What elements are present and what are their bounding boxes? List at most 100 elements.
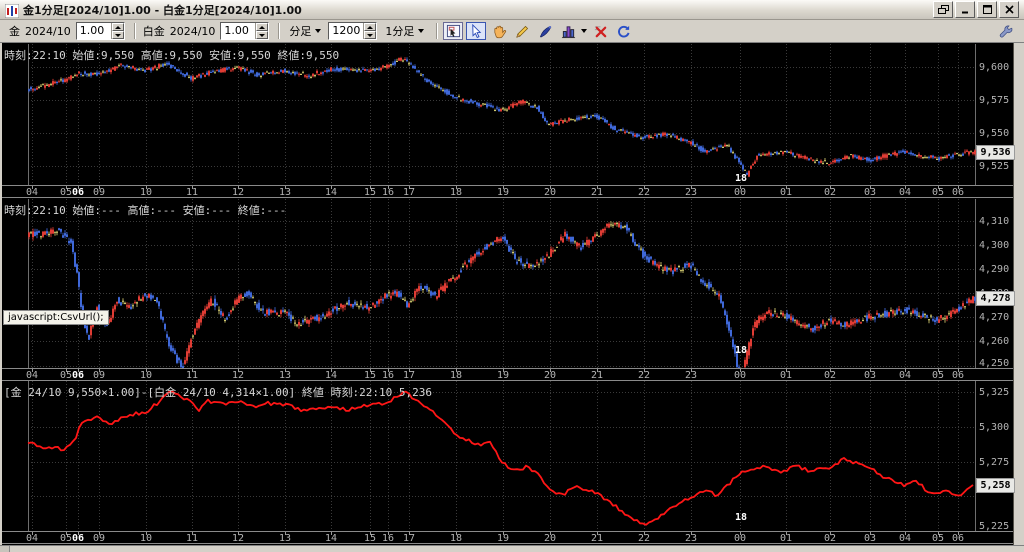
time-label: 17 xyxy=(402,370,416,381)
time-label: 12 xyxy=(231,187,245,198)
bar-count-up-button[interactable] xyxy=(364,23,377,31)
bar-count-down-button[interactable] xyxy=(364,31,377,39)
delete-marks-icon[interactable] xyxy=(590,22,611,40)
time-label: 22 xyxy=(637,370,651,381)
gold-ratio-down-button[interactable] xyxy=(111,31,124,39)
time-label: 16 xyxy=(381,187,395,198)
chart-area: 時刻:22:10 始値:9,550 高値:9,550 安値:9,550 終値:9… xyxy=(2,43,1015,545)
interval-dropdown[interactable]: 1分足 xyxy=(381,21,428,41)
last-price-badge: 9,536 xyxy=(976,144,1015,160)
time-label: 14 xyxy=(324,533,338,544)
bar-count-value[interactable]: 1200 xyxy=(329,23,364,39)
time-label: 04 xyxy=(898,187,912,198)
gold-ratio-spinner[interactable]: 1.00 xyxy=(75,22,125,40)
y-axis-label: 9,525 xyxy=(979,161,1010,173)
time-label: 23 xyxy=(684,187,698,198)
window-bottom-border xyxy=(0,545,1024,552)
time-label: 20 xyxy=(543,187,557,198)
pencil-tool-icon[interactable] xyxy=(512,22,533,40)
last-price-badge: 5,258 xyxy=(976,478,1015,494)
interval-label: 1分足 xyxy=(385,25,415,38)
pen-tool-icon[interactable] xyxy=(535,22,556,40)
chart-panel-3: [金 24/10 9,550×1.00]-[白金 24/10 4,314×1.0… xyxy=(2,381,1015,544)
y-axis-label: 4,270 xyxy=(979,312,1010,324)
hand-tool-icon[interactable] xyxy=(489,22,510,40)
time-label: 22 xyxy=(637,187,651,198)
platinum-label: 白金 xyxy=(142,25,165,38)
time-label: 03 xyxy=(863,187,877,198)
bar-type-label: 分足 xyxy=(289,25,312,38)
platinum-ratio-up-button[interactable] xyxy=(256,23,269,31)
gold-ratio-value[interactable]: 1.00 xyxy=(76,23,111,39)
chevron-down-icon[interactable] xyxy=(581,29,588,33)
time-label: 04 xyxy=(25,533,39,544)
time-label: 20 xyxy=(543,370,557,381)
gold-ohlc-info: 時刻:22:10 始値:9,550 高値:9,550 安値:9,550 終値:9… xyxy=(4,49,340,62)
time-label: 00 xyxy=(733,533,747,544)
window-title: 金1分足[2024/10]1.00 - 白金1分足[2024/10]1.00 xyxy=(23,3,302,17)
time-label: 13 xyxy=(278,533,292,544)
time-label: 00 xyxy=(733,370,747,381)
wrench-icon[interactable] xyxy=(998,25,1014,41)
platinum-month: 2024/10 xyxy=(169,24,216,38)
platinum-ratio-spinner[interactable]: 1.00 xyxy=(220,22,270,40)
gold-ratio-up-button[interactable] xyxy=(111,23,124,31)
time-label: 23 xyxy=(684,533,698,544)
time-label: 01 xyxy=(779,370,793,381)
time-label: 19 xyxy=(496,187,510,198)
time-label: 05 xyxy=(931,187,945,198)
y-axis-label: 4,300 xyxy=(979,239,1010,251)
gold-month: 2024/10 xyxy=(25,24,71,38)
chart-panel-1: 時刻:22:10 始値:9,550 高値:9,550 安値:9,550 終値:9… xyxy=(2,44,1015,198)
time-label: 04 xyxy=(898,370,912,381)
time-label: 14 xyxy=(324,370,338,381)
time-label: 14 xyxy=(324,187,338,198)
y-axis-label: 4,310 xyxy=(979,215,1010,227)
time-label: 21 xyxy=(590,370,604,381)
bottom-left-grip[interactable] xyxy=(0,546,10,552)
platinum-ratio-value[interactable]: 1.00 xyxy=(221,23,256,39)
gold-label: 金 xyxy=(9,25,20,38)
date-label: 18 xyxy=(735,173,748,184)
time-label: 21 xyxy=(590,187,604,198)
time-label: 10 xyxy=(139,370,153,381)
bar-type-dropdown[interactable]: 分足 xyxy=(285,21,325,41)
platinum-ratio-down-button[interactable] xyxy=(256,31,269,39)
window-controls xyxy=(933,1,1024,18)
time-label: 11 xyxy=(185,370,199,381)
time-label: 02 xyxy=(823,187,837,198)
float-window-button[interactable] xyxy=(933,1,953,18)
plot-gold-platinum-spread-line[interactable] xyxy=(2,381,1013,531)
time-label: 03 xyxy=(863,370,877,381)
time-label: 04 xyxy=(25,370,39,381)
toolbar-icons xyxy=(443,22,634,40)
maximize-button[interactable] xyxy=(977,1,997,18)
select-chart-icon[interactable] xyxy=(443,22,464,40)
time-axis-1: 04 05 06 09 10 11 12 13 14 15 16 17 18 19 20 21 22 23 00 01… xyxy=(2,185,1013,198)
date-label: 18 xyxy=(735,345,748,356)
chart-style-icon[interactable] xyxy=(558,22,579,40)
cursor-tool-icon[interactable] xyxy=(466,22,487,40)
toolbar-separator xyxy=(133,23,136,39)
close-button[interactable] xyxy=(999,1,1019,18)
platinum-ohlc-info: 時刻:22:10 始値:--- 高値:--- 安値:--- 終値:--- xyxy=(4,204,287,217)
time-axis-2: 04 05 06 09 10 11 12 13 14 15 16 17 18 19 20 21 22 23 00 01… xyxy=(2,368,1013,381)
date-label: 18 xyxy=(735,512,748,523)
time-axis-3: 04 05 06 09 10 11 12 13 14 15 16 17 18 19 20 21 22 23 00 01… xyxy=(2,531,1013,544)
chevron-down-icon xyxy=(418,29,425,33)
refresh-icon[interactable] xyxy=(613,22,634,40)
app-window: 金1分足[2024/10]1.00 - 白金1分足[2024/10]1.00 金… xyxy=(0,0,1024,552)
chart-panel-2: 時刻:22:10 始値:--- 高値:--- 安値:--- 終値:--- 04 0… xyxy=(2,199,1015,381)
y-axis-label: 9,575 xyxy=(979,94,1010,106)
minimize-button[interactable] xyxy=(955,1,975,18)
y-axis-label: 9,550 xyxy=(979,128,1010,140)
y-axis-label: 5,225 xyxy=(979,521,1010,532)
plot-gold-1min-candles[interactable] xyxy=(2,44,1013,185)
time-label: 20 xyxy=(543,533,557,544)
time-label: 00 xyxy=(733,187,747,198)
time-label: 22 xyxy=(637,533,651,544)
bar-count-spinner[interactable]: 1200 xyxy=(328,22,378,40)
plot-platinum-1min-candles[interactable] xyxy=(2,199,1013,368)
time-label: 19 xyxy=(496,370,510,381)
time-label: 11 xyxy=(185,533,199,544)
